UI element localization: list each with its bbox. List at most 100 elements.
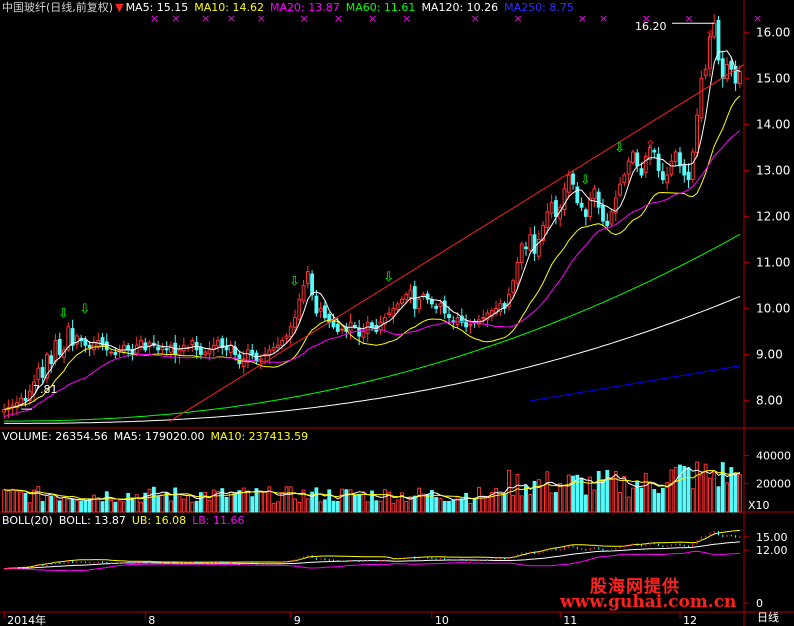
volume-bar <box>639 487 644 513</box>
volume-bar <box>648 481 652 513</box>
volume-readout: VOLUME: 26354.56 <box>2 430 108 443</box>
high-price-label: 16.20 <box>635 20 667 33</box>
volume-bar <box>6 490 11 513</box>
volume-bar <box>545 471 550 513</box>
low-price-label: 7.81 <box>33 383 58 396</box>
volume-bar <box>164 492 169 513</box>
candle-body <box>545 211 550 228</box>
date-tick-label: 12 <box>683 614 697 626</box>
candle-body <box>515 261 520 284</box>
volume-bar <box>340 488 344 513</box>
volume-bar <box>455 496 460 513</box>
volume-bar <box>352 494 357 513</box>
volume-bar <box>211 489 216 513</box>
volume-bar <box>631 487 635 513</box>
volume-bar <box>177 493 182 513</box>
date-tick-label: 10 <box>435 614 449 626</box>
volume-bar <box>96 497 101 513</box>
candle-body <box>280 340 285 347</box>
volume-bar <box>678 464 682 513</box>
candle-body <box>126 345 131 351</box>
volume-pane[interactable] <box>2 461 742 513</box>
boll-readout: BOLL: 13.87 <box>58 514 126 527</box>
boll-tick-label: 15.00 <box>756 531 788 544</box>
candle-body <box>678 152 682 167</box>
candle-body <box>169 344 173 353</box>
boll-pane[interactable] <box>3 529 741 572</box>
price-tick-label: 10.00 <box>756 301 790 315</box>
candle-body <box>216 340 220 347</box>
volume-bar <box>305 498 310 513</box>
volume-bar <box>100 501 105 513</box>
volume-bar <box>737 474 742 513</box>
volume-bar <box>53 496 58 513</box>
volume-bar <box>275 501 280 513</box>
volume-bar <box>207 499 212 513</box>
volume-bar <box>554 492 558 513</box>
date-tick-label: 9 <box>294 614 301 626</box>
volume-bar <box>652 489 657 513</box>
candle-body <box>340 328 344 331</box>
volume-bar <box>588 476 593 513</box>
candle-body <box>335 323 340 332</box>
volume-bar <box>87 498 92 513</box>
volume-bar <box>558 482 563 513</box>
volume-bar <box>198 492 203 513</box>
candle-body <box>566 174 571 193</box>
candle-body <box>455 317 460 326</box>
period-label: 日线 <box>757 611 779 624</box>
volume-bar <box>62 496 66 513</box>
candle-body <box>601 204 605 222</box>
volume-bar <box>673 466 678 513</box>
candle-body <box>699 77 704 119</box>
stock-chart[interactable]: ⇩ ⇩⇩ ⇩⇩⇩ ⇧⇧× × × × × × × × × × × × × × × × 8.009.0010.0011… <box>0 0 794 626</box>
date-tick-label: 11 <box>563 614 577 626</box>
volume-bar <box>27 502 32 513</box>
volume-bar <box>151 486 156 513</box>
candle-body <box>271 347 276 351</box>
sell-signal-arrow-icon: ⇧ <box>705 28 716 43</box>
volume-bar <box>186 494 190 513</box>
candle-body <box>511 280 516 293</box>
volume-bar <box>323 499 327 513</box>
volume-bar <box>618 492 623 513</box>
candle-body <box>352 324 357 328</box>
price-pane[interactable]: ⇩ ⇩⇩ ⇩⇩⇩ ⇧⇧× × × × × × × × × × × × × × × × <box>2 12 762 424</box>
candle-body <box>87 344 92 348</box>
volume-bar <box>126 492 131 513</box>
volume-bar <box>23 492 28 513</box>
candle-body <box>314 295 319 314</box>
candle-body <box>737 71 742 85</box>
candle-body <box>318 307 323 312</box>
volume-bar <box>190 501 195 513</box>
candle-body <box>2 409 7 413</box>
candle-body <box>143 342 148 351</box>
volume-ma10-line <box>4 469 741 500</box>
volume-bar <box>233 493 238 513</box>
volume-bar <box>113 501 118 513</box>
volume-bar <box>130 497 135 513</box>
volume-bar <box>250 496 255 513</box>
buy-signal-arrow-icon: ⇩ <box>79 302 90 317</box>
candle-body <box>23 397 28 401</box>
volume-bar <box>656 492 661 513</box>
volume-bar <box>579 477 584 513</box>
candle-body <box>609 211 614 225</box>
volume-bar <box>237 490 242 513</box>
volume-bar <box>643 472 648 513</box>
volume-bar <box>348 489 353 513</box>
volume-bar <box>15 490 19 513</box>
volume-bar <box>378 500 383 513</box>
volume-bar <box>335 500 340 513</box>
price-tick-label: 12.00 <box>756 209 790 223</box>
volume-bar <box>725 482 729 513</box>
volume-bar <box>459 498 464 513</box>
date-tick-label: 2014年 <box>7 613 46 626</box>
candle-body <box>156 346 161 351</box>
candle-body <box>622 174 627 184</box>
candle-body <box>682 165 687 176</box>
candle-body <box>284 335 289 339</box>
candle-body <box>434 305 439 309</box>
volume-bar <box>686 467 691 513</box>
volume-bar <box>502 493 507 513</box>
